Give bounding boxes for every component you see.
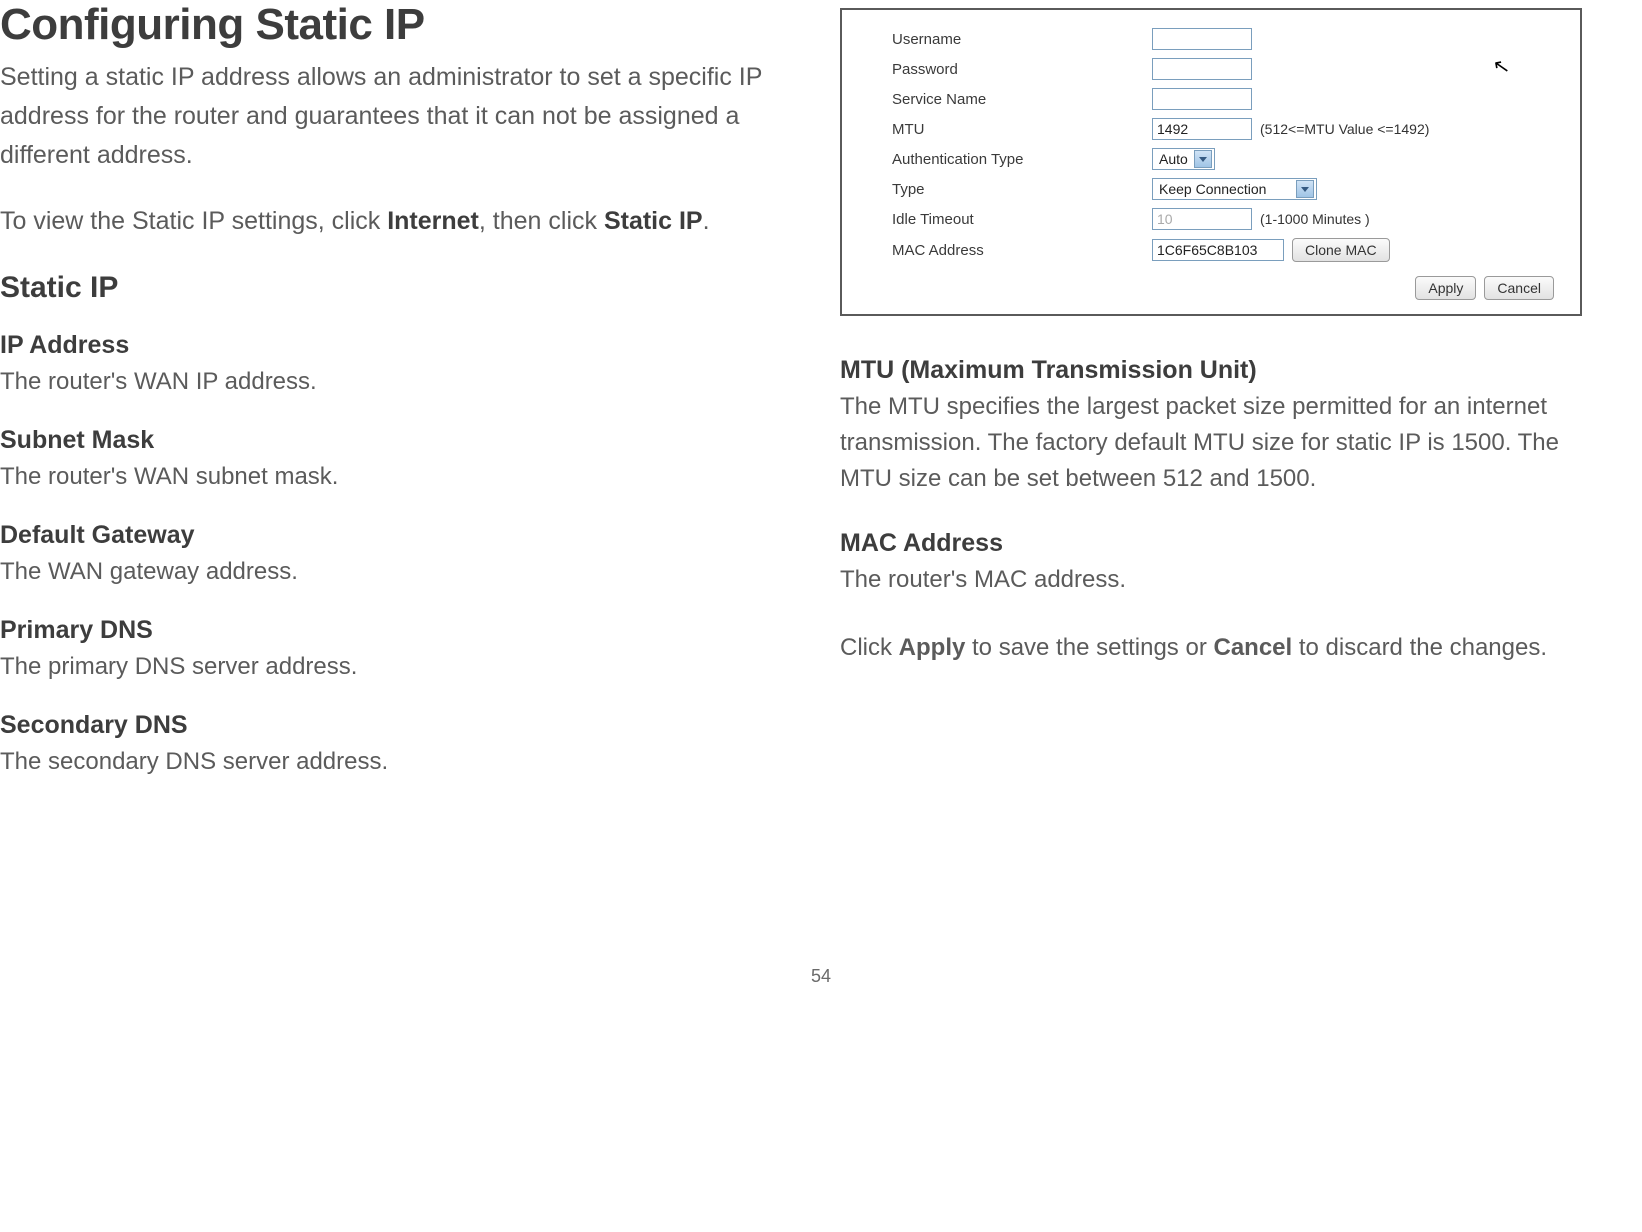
mac-section-title: MAC Address bbox=[840, 529, 1582, 558]
mtu-section-desc: The MTU specifies the largest packet siz… bbox=[840, 389, 1582, 497]
ip-address-desc: The router's WAN IP address. bbox=[0, 364, 800, 400]
type-label: Type bbox=[892, 181, 1152, 198]
mtu-hint: (512<=MTU Value <=1492) bbox=[1260, 121, 1429, 137]
default-gateway-desc: The WAN gateway address. bbox=[0, 554, 800, 590]
subnet-mask-title: Subnet Mask bbox=[0, 426, 800, 455]
clone-mac-button[interactable]: Clone MAC bbox=[1292, 238, 1390, 262]
secondary-dns-desc: The secondary DNS server address. bbox=[0, 744, 800, 780]
field-block: Secondary DNS The secondary DNS server a… bbox=[0, 711, 800, 780]
mac-section-desc: The router's MAC address. bbox=[840, 562, 1582, 598]
nav-instruction: To view the Static IP settings, click In… bbox=[0, 202, 800, 241]
apply-text: to save the settings or bbox=[965, 634, 1213, 661]
auth-type-row: Authentication Type Auto bbox=[892, 148, 1554, 170]
field-block: Subnet Mask The router's WAN subnet mask… bbox=[0, 426, 800, 495]
field-block: IP Address The router's WAN IP address. bbox=[0, 331, 800, 400]
apply-text: to discard the changes. bbox=[1292, 634, 1547, 661]
subnet-mask-desc: The router's WAN subnet mask. bbox=[0, 459, 800, 495]
right-text-block: MTU (Maximum Transmission Unit) The MTU … bbox=[840, 356, 1582, 666]
type-select[interactable]: Keep Connection bbox=[1152, 178, 1317, 200]
username-label: Username bbox=[892, 31, 1152, 48]
username-row: Username bbox=[892, 28, 1554, 50]
password-row: Password bbox=[892, 58, 1554, 80]
auth-type-value: Auto bbox=[1159, 151, 1188, 167]
page-number: 54 bbox=[0, 966, 1642, 987]
apply-bold: Apply bbox=[899, 634, 966, 661]
mouse-cursor-icon: ↖ bbox=[1491, 53, 1512, 81]
auth-type-select[interactable]: Auto bbox=[1152, 148, 1215, 170]
settings-panel: ↖ Username Password Service Name MTU (51… bbox=[840, 8, 1582, 316]
default-gateway-title: Default Gateway bbox=[0, 521, 800, 550]
intro-paragraph: Setting a static IP address allows an ad… bbox=[0, 58, 800, 174]
mtu-input[interactable] bbox=[1152, 118, 1252, 140]
auth-type-label: Authentication Type bbox=[892, 151, 1152, 168]
idle-timeout-label: Idle Timeout bbox=[892, 211, 1152, 228]
primary-dns-desc: The primary DNS server address. bbox=[0, 649, 800, 685]
service-name-row: Service Name bbox=[892, 88, 1554, 110]
apply-button[interactable]: Apply bbox=[1415, 276, 1476, 300]
apply-text: Click bbox=[840, 634, 899, 661]
idle-timeout-row: Idle Timeout (1-1000 Minutes ) bbox=[892, 208, 1554, 230]
idle-timeout-hint: (1-1000 Minutes ) bbox=[1260, 211, 1370, 227]
password-label: Password bbox=[892, 61, 1152, 78]
internet-label: Internet bbox=[387, 207, 479, 235]
action-row: Apply Cancel bbox=[892, 276, 1554, 300]
section-heading: Static IP bbox=[0, 271, 800, 305]
type-row: Type Keep Connection bbox=[892, 178, 1554, 200]
field-block: Default Gateway The WAN gateway address. bbox=[0, 521, 800, 590]
nav-text: , then click bbox=[479, 207, 604, 235]
chevron-down-icon bbox=[1296, 180, 1314, 198]
secondary-dns-title: Secondary DNS bbox=[0, 711, 800, 740]
ip-address-title: IP Address bbox=[0, 331, 800, 360]
mac-address-label: MAC Address bbox=[892, 242, 1152, 259]
static-ip-label: Static IP bbox=[604, 207, 703, 235]
cancel-button[interactable]: Cancel bbox=[1484, 276, 1554, 300]
password-input[interactable] bbox=[1152, 58, 1252, 80]
apply-instruction: Click Apply to save the settings or Canc… bbox=[840, 630, 1582, 666]
left-column: Configuring Static IP Setting a static I… bbox=[0, 0, 800, 786]
mtu-row: MTU (512<=MTU Value <=1492) bbox=[892, 118, 1554, 140]
right-column: ↖ Username Password Service Name MTU (51… bbox=[840, 0, 1622, 786]
page-title: Configuring Static IP bbox=[0, 0, 800, 50]
service-name-input[interactable] bbox=[1152, 88, 1252, 110]
chevron-down-icon bbox=[1194, 150, 1212, 168]
service-name-label: Service Name bbox=[892, 91, 1152, 108]
nav-text: . bbox=[703, 207, 710, 235]
type-value: Keep Connection bbox=[1159, 181, 1266, 197]
field-block: Primary DNS The primary DNS server addre… bbox=[0, 616, 800, 685]
cancel-bold: Cancel bbox=[1213, 634, 1292, 661]
nav-text: To view the Static IP settings, click bbox=[0, 207, 387, 235]
mtu-section-title: MTU (Maximum Transmission Unit) bbox=[840, 356, 1582, 385]
mtu-label: MTU bbox=[892, 121, 1152, 138]
mac-address-row: MAC Address Clone MAC bbox=[892, 238, 1554, 262]
idle-timeout-input bbox=[1152, 208, 1252, 230]
primary-dns-title: Primary DNS bbox=[0, 616, 800, 645]
mac-address-input[interactable] bbox=[1152, 239, 1284, 261]
username-input[interactable] bbox=[1152, 28, 1252, 50]
